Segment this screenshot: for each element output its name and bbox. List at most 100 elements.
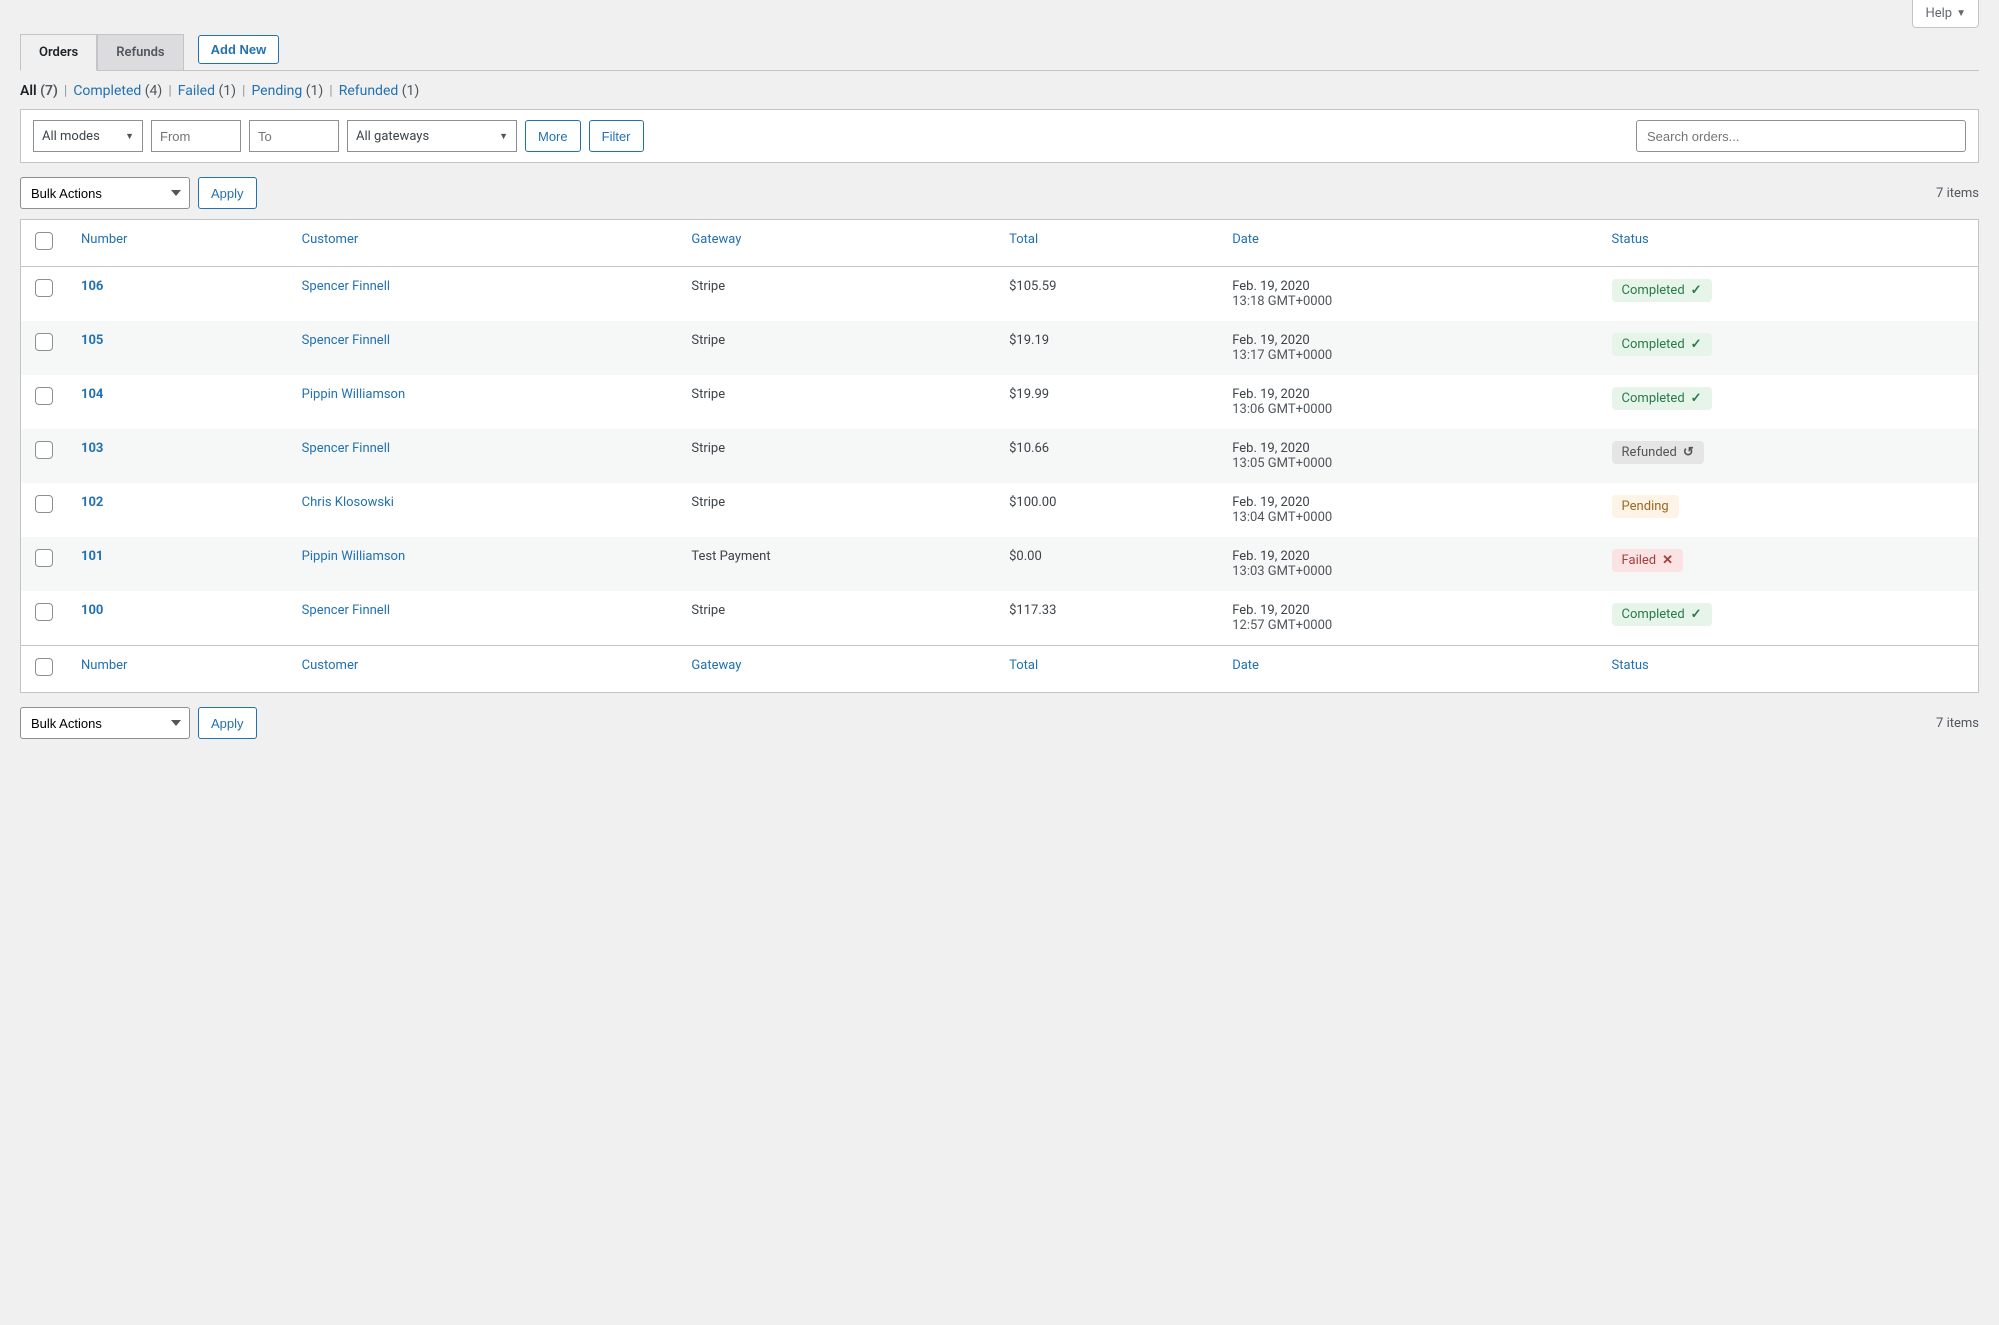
col-date[interactable]: Date (1232, 232, 1259, 247)
gateway-value: Stripe (691, 603, 725, 618)
add-new-button[interactable]: Add New (198, 35, 280, 64)
col-total[interactable]: Total (1009, 232, 1038, 247)
gateway-value: Stripe (691, 333, 725, 348)
order-number-link[interactable]: 100 (81, 603, 103, 618)
gateway-value: Stripe (691, 279, 725, 294)
bulk-actions-select-top[interactable]: Bulk Actions (20, 177, 190, 209)
date-value: Feb. 19, 2020 (1232, 549, 1310, 564)
help-label: Help (1925, 6, 1952, 21)
order-number-link[interactable]: 102 (81, 495, 103, 510)
row-checkbox[interactable] (35, 441, 53, 459)
order-number-link[interactable]: 104 (81, 387, 103, 402)
table-row: 102 Chris Klosowski Stripe $100.00 Feb. 19, … (21, 483, 1979, 537)
row-checkbox[interactable] (35, 603, 53, 621)
col-status[interactable]: Status (1612, 658, 1649, 673)
completed-icon: ✓ (1691, 391, 1702, 406)
date-to-input[interactable] (249, 120, 339, 152)
order-number-link[interactable]: 106 (81, 279, 103, 294)
status-badge: Failed ✕ (1612, 549, 1684, 572)
status-filter-links: All (7) | Completed (4) | Failed (1) | P… (20, 71, 1979, 109)
total-value: $0.00 (1009, 549, 1042, 564)
search-input[interactable] (1636, 120, 1966, 152)
customer-link[interactable]: Spencer Finnell (302, 603, 390, 618)
time-value: 13:04 GMT+0000 (1232, 510, 1332, 525)
modes-select-label: All modes (42, 129, 100, 144)
status-badge: Pending (1612, 495, 1679, 518)
customer-link[interactable]: Spencer Finnell (302, 279, 390, 294)
orders-table: Number Customer Gateway Total Date Statu… (20, 219, 1979, 693)
col-number[interactable]: Number (81, 232, 127, 247)
filter-failed[interactable]: Failed (1) (178, 83, 236, 99)
tab-refunds[interactable]: Refunds (97, 34, 183, 70)
col-number[interactable]: Number (81, 658, 127, 673)
chevron-down-icon: ▼ (1956, 8, 1966, 19)
col-status[interactable]: Status (1612, 232, 1649, 247)
date-value: Feb. 19, 2020 (1232, 603, 1310, 618)
row-checkbox[interactable] (35, 549, 53, 567)
filter-refunded[interactable]: Refunded (1) (339, 83, 420, 99)
col-customer[interactable]: Customer (302, 658, 359, 673)
filter-pending[interactable]: Pending (1) (251, 83, 323, 99)
help-dropdown[interactable]: Help ▼ (1912, 0, 1979, 28)
row-checkbox[interactable] (35, 333, 53, 351)
col-date[interactable]: Date (1232, 658, 1259, 673)
filter-button[interactable]: Filter (589, 120, 644, 152)
date-value: Feb. 19, 2020 (1232, 441, 1310, 456)
completed-icon: ✓ (1691, 337, 1702, 352)
chevron-down-icon: ▼ (125, 131, 134, 142)
items-count-bottom: 7 items (1936, 716, 1979, 731)
refunded-icon: ↺ (1683, 445, 1694, 460)
tab-orders[interactable]: Orders (20, 34, 97, 71)
gateways-select-label: All gateways (356, 129, 429, 144)
total-value: $105.59 (1009, 279, 1056, 294)
completed-icon: ✓ (1691, 607, 1702, 622)
status-badge: Completed ✓ (1612, 333, 1712, 356)
more-button[interactable]: More (525, 120, 581, 152)
total-value: $100.00 (1009, 495, 1056, 510)
date-value: Feb. 19, 2020 (1232, 387, 1310, 402)
row-checkbox[interactable] (35, 495, 53, 513)
customer-link[interactable]: Chris Klosowski (302, 495, 394, 510)
select-all-checkbox-top[interactable] (35, 232, 53, 250)
customer-link[interactable]: Pippin Williamson (302, 387, 405, 402)
add-new-label: Add New (211, 42, 267, 57)
table-row: 101Pippin WilliamsonTest Payment$0.00Feb… (21, 537, 1979, 591)
gateways-select[interactable]: All gateways ▼ (347, 120, 517, 152)
filter-all[interactable]: All (7) (20, 83, 58, 99)
filter-completed[interactable]: Completed (4) (73, 83, 162, 99)
modes-select[interactable]: All modes ▼ (33, 120, 143, 152)
time-value: 13:06 GMT+0000 (1232, 402, 1332, 417)
bulk-actions-select-bottom[interactable]: Bulk Actions (20, 707, 190, 739)
apply-button-bottom[interactable]: Apply (198, 707, 257, 739)
table-row: 106 Spencer Finnell Stripe $105.59 Feb. 19, … (21, 267, 1979, 322)
failed-icon: ✕ (1662, 553, 1673, 568)
order-number-link[interactable]: 101 (81, 549, 103, 564)
table-row: 103Spencer FinnellStripe$10.66Feb. 19, 2… (21, 429, 1979, 483)
order-number-link[interactable]: 105 (81, 333, 103, 348)
time-value: 13:03 GMT+0000 (1232, 564, 1332, 579)
order-number-link[interactable]: 103 (81, 441, 103, 456)
gateway-value: Stripe (691, 495, 725, 510)
status-badge: Refunded ↺ (1612, 441, 1704, 464)
col-customer[interactable]: Customer (302, 232, 359, 247)
col-gateway[interactable]: Gateway (691, 658, 741, 673)
table-row: 105Spencer FinnellStripe$19.19Feb. 19, 2… (21, 321, 1979, 375)
date-from-input[interactable] (151, 120, 241, 152)
customer-link[interactable]: Pippin Williamson (302, 549, 405, 564)
customer-link[interactable]: Spencer Finnell (302, 441, 390, 456)
row-checkbox[interactable] (35, 387, 53, 405)
time-value: 12:57 GMT+0000 (1232, 618, 1332, 633)
col-total[interactable]: Total (1009, 658, 1038, 673)
status-badge: Completed ✓ (1612, 279, 1712, 302)
table-row: 100Spencer FinnellStripe$117.33Feb. 19, … (21, 591, 1979, 646)
tab-refunds-label: Refunds (116, 45, 164, 60)
customer-link[interactable]: Spencer Finnell (302, 333, 390, 348)
select-all-checkbox-bottom[interactable] (35, 658, 53, 676)
gateway-value: Stripe (691, 387, 725, 402)
total-value: $19.19 (1009, 333, 1049, 348)
apply-button-top[interactable]: Apply (198, 177, 257, 209)
col-gateway[interactable]: Gateway (691, 232, 741, 247)
date-value: Feb. 19, 2020 (1232, 495, 1310, 510)
row-checkbox[interactable] (35, 279, 53, 297)
date-value: Feb. 19, 2020 (1232, 279, 1310, 294)
